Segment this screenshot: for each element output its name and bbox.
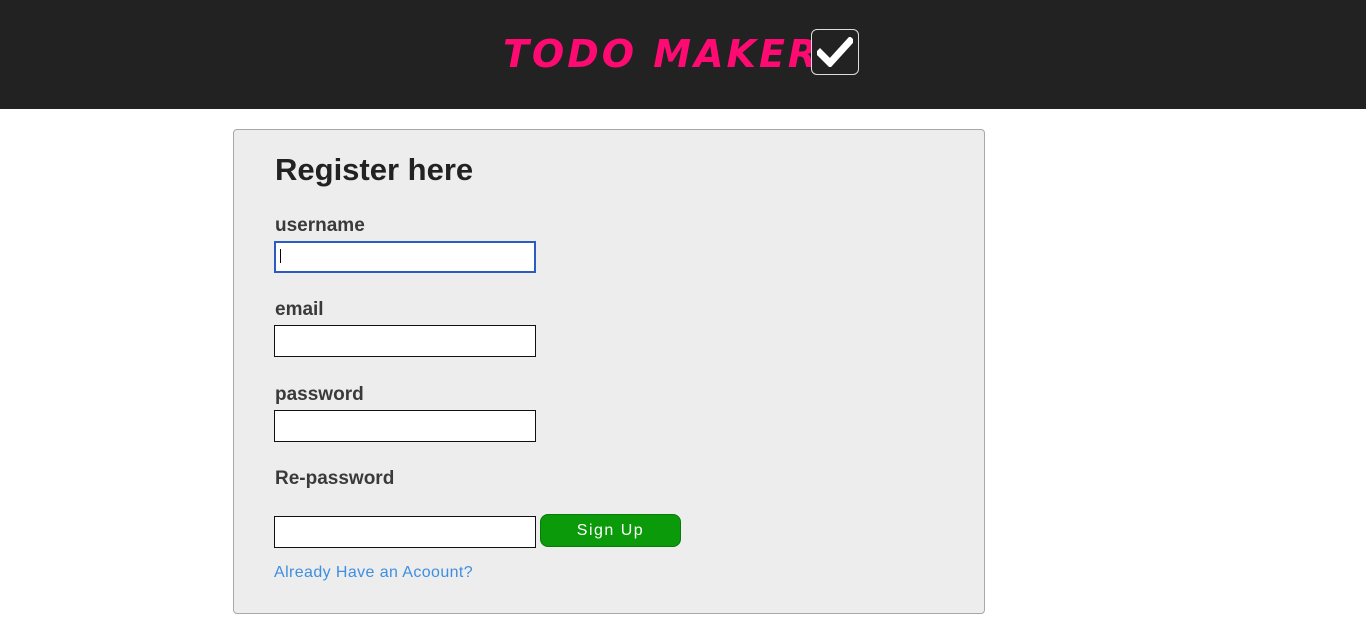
username-label: username <box>275 215 365 236</box>
password-input[interactable] <box>274 410 536 442</box>
sign-up-button[interactable]: Sign Up <box>540 514 681 547</box>
password-label: password <box>275 384 364 405</box>
text-caret <box>280 249 281 263</box>
register-card: Register here username email password Re… <box>233 129 985 614</box>
username-input[interactable] <box>274 241 536 273</box>
app-header: TODO MAKER <box>0 0 1366 109</box>
checkbox-checked-icon <box>811 29 859 75</box>
repassword-label: Re-password <box>275 468 395 489</box>
email-input[interactable] <box>274 325 536 357</box>
repassword-input[interactable] <box>274 516 536 548</box>
email-label: email <box>275 299 324 320</box>
brand-title: TODO MAKER <box>503 32 821 76</box>
login-link[interactable]: Already Have an Acoount? <box>274 563 473 583</box>
page-title: Register here <box>275 152 474 187</box>
